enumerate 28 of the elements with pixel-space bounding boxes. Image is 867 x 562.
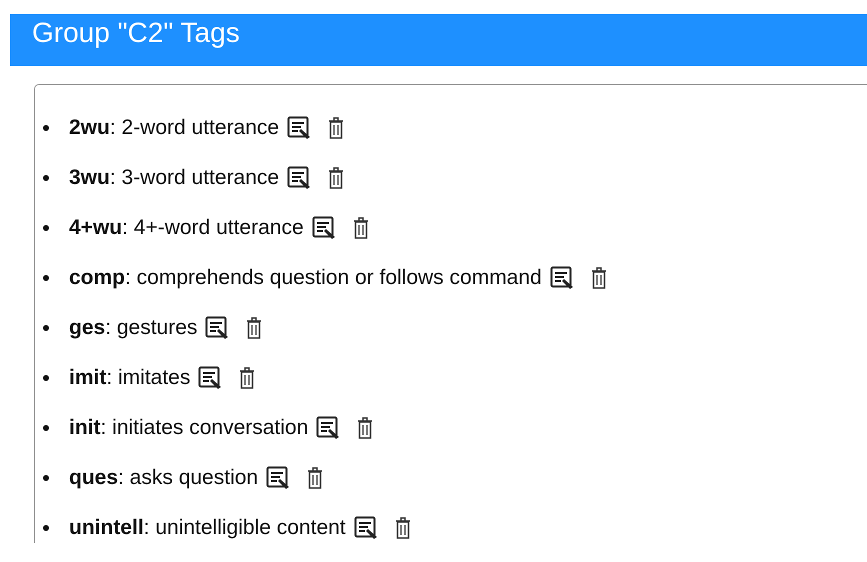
tag-description: 4+wu: 4+-word utterance [69, 216, 304, 240]
tag-description: 2wu: 2-word utterance [69, 116, 280, 140]
tag-description: ges: gestures [69, 316, 198, 340]
tag-description: imit: imitates [69, 366, 190, 390]
tag-description: unintell: unintelligible content [69, 516, 346, 540]
bullet-icon [43, 125, 49, 131]
trash-icon[interactable] [356, 416, 374, 440]
bullet-icon [43, 225, 49, 231]
bullet-icon [43, 425, 49, 431]
trash-icon[interactable] [352, 216, 370, 240]
trash-icon[interactable] [245, 316, 264, 340]
trash-icon[interactable] [238, 366, 256, 390]
tag-description: comp: comprehends question or follows command [69, 266, 542, 290]
trash-icon[interactable] [306, 466, 324, 490]
bullet-icon [43, 175, 49, 181]
tag-description: init: initiates conversation [69, 416, 308, 440]
trash-icon[interactable] [394, 516, 412, 540]
trash-icon[interactable] [327, 166, 346, 190]
tag-description: ques: asks question [69, 466, 258, 490]
trash-icon[interactable] [590, 266, 608, 290]
bullet-icon [43, 325, 49, 331]
bullet-icon [43, 275, 49, 281]
trash-icon[interactable] [327, 116, 346, 140]
tag-description: 3wu: 3-word utterance [69, 166, 280, 190]
bullet-icon [43, 525, 49, 531]
page-title: Group "C2" Tags [32, 17, 240, 49]
bullet-icon [43, 375, 49, 381]
bullet-icon [43, 475, 49, 481]
